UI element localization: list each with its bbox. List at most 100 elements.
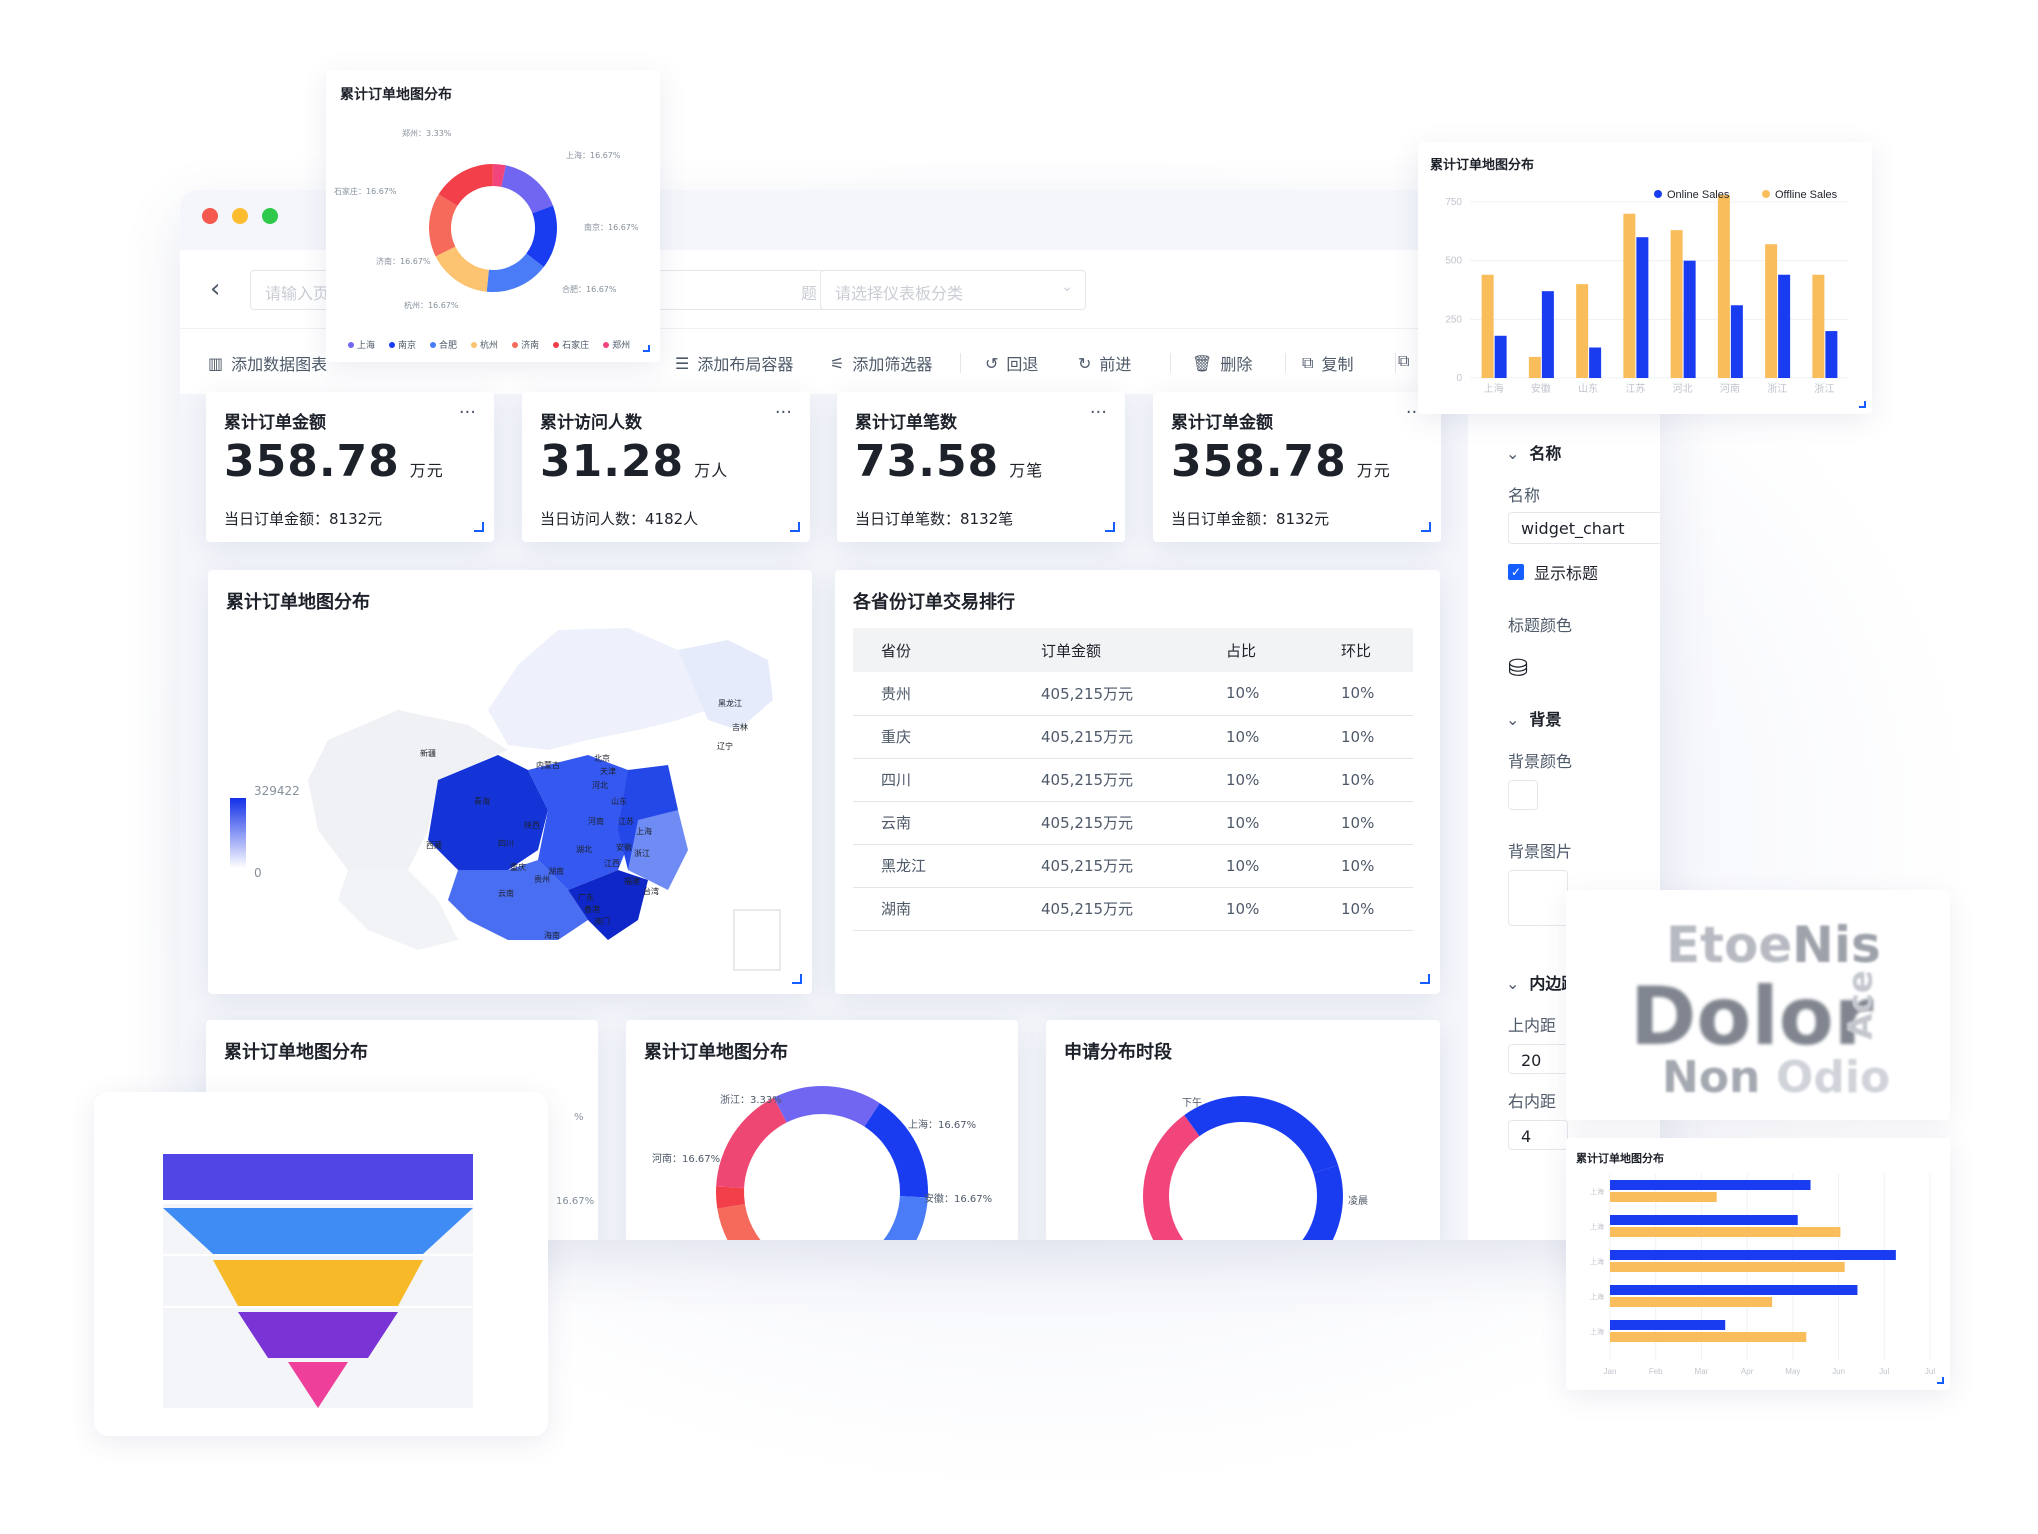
resize-handle-icon[interactable]	[790, 522, 800, 532]
back-arrow-icon[interactable]: ‹	[210, 274, 220, 304]
legend-item[interactable]: 杭州	[471, 338, 498, 351]
section-bg-header[interactable]: ⌄ 背景	[1506, 706, 1561, 730]
map-card[interactable]: 累计订单地图分布 329422 0 黑龙江 吉林 辽宁 新疆 内蒙古 北京 天津 河北 山东 西藏…	[208, 570, 812, 994]
time-donut-chart[interactable]	[1046, 1020, 1440, 1240]
sales-bar-chart[interactable]: 0 250 500 750 上海 安徽 山东 江苏 河北 河南 浙江 浙江 Online Sales Of…	[1418, 142, 1872, 414]
kpi-card[interactable]: 累计订单笔数 ··· 73.58 万笔 当日订单笔数：8132笔	[837, 392, 1125, 542]
table-row[interactable]: 云南 405,215万元 10% 10%	[853, 801, 1413, 845]
minimize-dot[interactable]	[232, 208, 248, 224]
kpi-number: 73.58	[855, 436, 1000, 487]
toolbar-divider	[1170, 353, 1171, 373]
legend-item[interactable]: 合肥	[430, 338, 457, 351]
ranking-card[interactable]: 各省份订单交易排行 省份 订单金额 占比 环比 贵州 405,215万元 10% 10…	[835, 570, 1440, 994]
show-title-checkbox[interactable]: ✓ 显示标题	[1508, 560, 1598, 584]
bottom-time-card[interactable]: 申请分布时段 下午 凌晨	[1046, 1020, 1440, 1240]
legend-item[interactable]: 上海	[348, 338, 375, 351]
more-icon[interactable]: ···	[1090, 402, 1107, 423]
table-row[interactable]: 黑龙江 405,215万元 10% 10%	[853, 844, 1413, 888]
table-cell: 405,215万元	[1013, 801, 1198, 845]
map-place-label: 福建	[624, 877, 640, 886]
bar-online	[1541, 291, 1554, 378]
table-row[interactable]: 重庆 405,215万元 10% 10%	[853, 715, 1413, 759]
kpi-card[interactable]: 累计订单金额 ··· 358.78 万元 当日订单金额：8132元	[1153, 392, 1441, 542]
column-header[interactable]: 占比	[1198, 628, 1313, 672]
delete-button[interactable]: 🗑 删除	[1192, 351, 1252, 375]
map-place-label: 台湾	[643, 887, 659, 896]
bar-offline	[1812, 274, 1825, 378]
section-name-header[interactable]: ⌄ 名称	[1506, 440, 1561, 464]
bar-offline	[1481, 274, 1494, 378]
padding-right-input[interactable]: 4	[1508, 1120, 1568, 1150]
y-tick-label: 0	[1456, 373, 1462, 384]
paint-bucket-icon[interactable]: ⛁	[1508, 654, 1528, 682]
close-dot[interactable]	[202, 208, 218, 224]
bottom-donut-card[interactable]: 累计订单地图分布 浙江：3.33% 上海：16.67% 河南：16.67% 安徽…	[626, 1020, 1018, 1240]
word-odio: Odio	[1776, 1052, 1891, 1103]
table-cell: 10%	[1313, 844, 1413, 888]
redo-button[interactable]: ↻ 前进	[1078, 351, 1131, 375]
kpi-card[interactable]: 累计访问人数 ··· 31.28 万人 当日访问人数：4182人	[522, 392, 810, 542]
map-place-label: 内蒙古	[536, 761, 560, 770]
table-row[interactable]: 贵州 405,215万元 10% 10%	[853, 672, 1413, 716]
add-filter-button[interactable]: ⚟ 添加筛选器	[830, 351, 932, 375]
name-input[interactable]: widget_chart	[1508, 512, 1660, 544]
resize-handle-icon[interactable]	[1420, 974, 1430, 984]
undo-button[interactable]: ↺ 回退	[985, 351, 1038, 375]
column-header[interactable]: 环比	[1313, 628, 1413, 672]
resize-handle-icon[interactable]	[1937, 1377, 1944, 1384]
checkbox-checked-icon[interactable]: ✓	[1508, 564, 1524, 580]
column-header[interactable]: 订单金额	[1013, 628, 1198, 672]
more-copy-button[interactable]: ⧉	[1398, 351, 1409, 371]
table-cell: 405,215万元	[1013, 758, 1198, 802]
resize-handle-icon[interactable]	[792, 974, 802, 984]
resize-handle-icon[interactable]	[1105, 522, 1115, 532]
y-tick-label: 上海	[1590, 1327, 1604, 1336]
bg-color-swatch[interactable]	[1508, 780, 1538, 810]
resize-handle-icon[interactable]	[474, 522, 484, 532]
floating-wordcloud-card[interactable]: Etoe Nis Dolor Ace Non Odio	[1566, 890, 1950, 1120]
floating-bar-card[interactable]: 累计订单地图分布 0 250 500 750 上海 安徽 山东 江苏 河北 河南 浙江 浙江 Onlin…	[1418, 142, 1872, 414]
bg-color-label: 背景颜色	[1508, 752, 1573, 771]
table-row[interactable]: 湖南 405,215万元 10% 10%	[853, 887, 1413, 931]
china-map[interactable]	[208, 570, 812, 994]
city-donut-chart[interactable]	[326, 70, 660, 362]
resize-handle-icon[interactable]	[1859, 401, 1866, 408]
legend-item[interactable]: 南京	[389, 338, 416, 351]
map-place-label: 山东	[611, 797, 627, 806]
word-dolor: Dolor	[1630, 970, 1874, 1063]
resize-handle-icon[interactable]	[1421, 522, 1431, 532]
floating-donut-card[interactable]: 累计订单地图分布 郑州：3.33% 上海：16.67% 南京：16.67% 合肥：16…	[326, 70, 660, 362]
horizontal-bar-chart[interactable]: 上海上海上海上海上海Jan Feb Mar Apr May Jun Jul Jul	[1566, 1138, 1950, 1390]
floating-funnel-card[interactable]	[94, 1092, 548, 1436]
legend-item[interactable]: 石家庄	[553, 338, 589, 351]
donut-slice	[883, 1196, 928, 1240]
add-filter-label: 添加筛选器	[852, 355, 933, 374]
y-tick-label: 250	[1445, 314, 1462, 325]
maximize-dot[interactable]	[262, 208, 278, 224]
category-select[interactable]: 请选择仪表板分类 ⌄	[820, 270, 1086, 310]
bar-offline	[1765, 244, 1778, 378]
column-header[interactable]: 省份	[853, 628, 1013, 672]
map-place-label: 湖北	[576, 845, 592, 854]
add-chart-button[interactable]: ▥ 添加数据图表	[208, 351, 327, 375]
bg-image-upload[interactable]	[1508, 870, 1568, 926]
map-region-tibet[interactable]	[338, 870, 458, 950]
table-cell: 405,215万元	[1013, 887, 1198, 931]
hbar-orange	[1610, 1262, 1845, 1272]
donut-label: 河南：16.67%	[652, 1154, 721, 1165]
floating-hbar-card[interactable]: 累计订单地图分布 上海 上海 上海 上海 上海 Jan Feb Mar Apr May Jun Jul…	[1566, 1138, 1950, 1390]
copy-button[interactable]: ⧉ 复制	[1302, 351, 1353, 375]
kpi-card[interactable]: 累计订单金额 ··· 358.78 万元 当日订单金额：8132元	[206, 392, 494, 542]
more-icon[interactable]: ···	[775, 402, 792, 423]
resize-handle-icon[interactable]	[643, 345, 650, 352]
add-container-button[interactable]: ☰ 添加布局容器	[675, 351, 793, 375]
legend-gradient	[230, 798, 246, 868]
legend-item[interactable]: 济南	[512, 338, 539, 351]
map-place-label: 澳门	[594, 917, 610, 926]
more-icon[interactable]: ···	[459, 402, 476, 423]
funnel-chart[interactable]	[94, 1092, 548, 1436]
legend-item[interactable]: 郑州	[603, 338, 630, 351]
padding-top-input[interactable]: 20	[1508, 1044, 1568, 1074]
table-row[interactable]: 四川 405,215万元 10% 10%	[853, 758, 1413, 802]
map-place-label: 四川	[498, 839, 514, 848]
